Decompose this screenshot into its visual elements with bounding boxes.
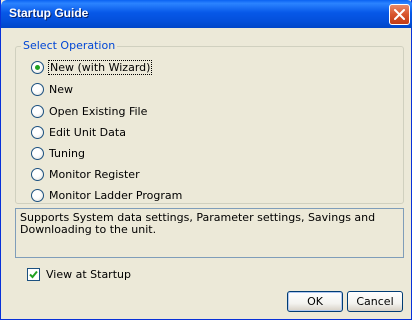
option-edit-unit-data[interactable]: Edit Unit Data bbox=[31, 124, 126, 140]
option-label: New (with Wizard) bbox=[47, 59, 153, 75]
group-legend: Select Operation bbox=[21, 39, 118, 52]
radio-button[interactable] bbox=[31, 82, 44, 96]
option-label: Tuning bbox=[49, 146, 86, 160]
radio-button[interactable] bbox=[31, 125, 44, 139]
option-open-existing-file[interactable]: Open Existing File bbox=[31, 103, 147, 119]
option-label: New bbox=[49, 82, 73, 96]
checkbox[interactable] bbox=[27, 268, 40, 281]
radio-button[interactable] bbox=[31, 188, 44, 202]
option-label: Monitor Ladder Program bbox=[49, 188, 183, 202]
option-label: Open Existing File bbox=[49, 104, 148, 118]
option-monitor-ladder-program[interactable]: Monitor Ladder Program bbox=[31, 187, 182, 203]
description-box: Supports System data settings, Parameter… bbox=[15, 208, 404, 258]
radio-button[interactable] bbox=[31, 60, 44, 74]
close-icon bbox=[394, 9, 405, 20]
option-tuning[interactable]: Tuning bbox=[31, 145, 85, 161]
option-new[interactable]: New bbox=[31, 81, 73, 97]
ok-button[interactable]: OK bbox=[287, 291, 343, 312]
close-button[interactable] bbox=[389, 4, 410, 25]
checkmark-icon bbox=[29, 270, 38, 279]
option-new-with-wizard[interactable]: New (with Wizard) bbox=[31, 59, 153, 75]
option-monitor-register[interactable]: Monitor Register bbox=[31, 166, 140, 182]
title-bar[interactable]: Startup Guide bbox=[1, 0, 412, 28]
window-title: Startup Guide bbox=[9, 6, 89, 20]
radio-button[interactable] bbox=[31, 167, 44, 181]
radio-button[interactable] bbox=[31, 104, 44, 118]
view-at-startup-checkbox[interactable]: View at Startup bbox=[27, 268, 131, 281]
option-label: Edit Unit Data bbox=[49, 125, 126, 139]
option-label: Monitor Register bbox=[49, 167, 140, 181]
radio-button[interactable] bbox=[31, 146, 44, 160]
startup-guide-dialog: Startup Guide Select Operation New (with… bbox=[0, 0, 412, 320]
cancel-button[interactable]: Cancel bbox=[347, 291, 403, 312]
checkbox-label: View at Startup bbox=[46, 268, 131, 281]
